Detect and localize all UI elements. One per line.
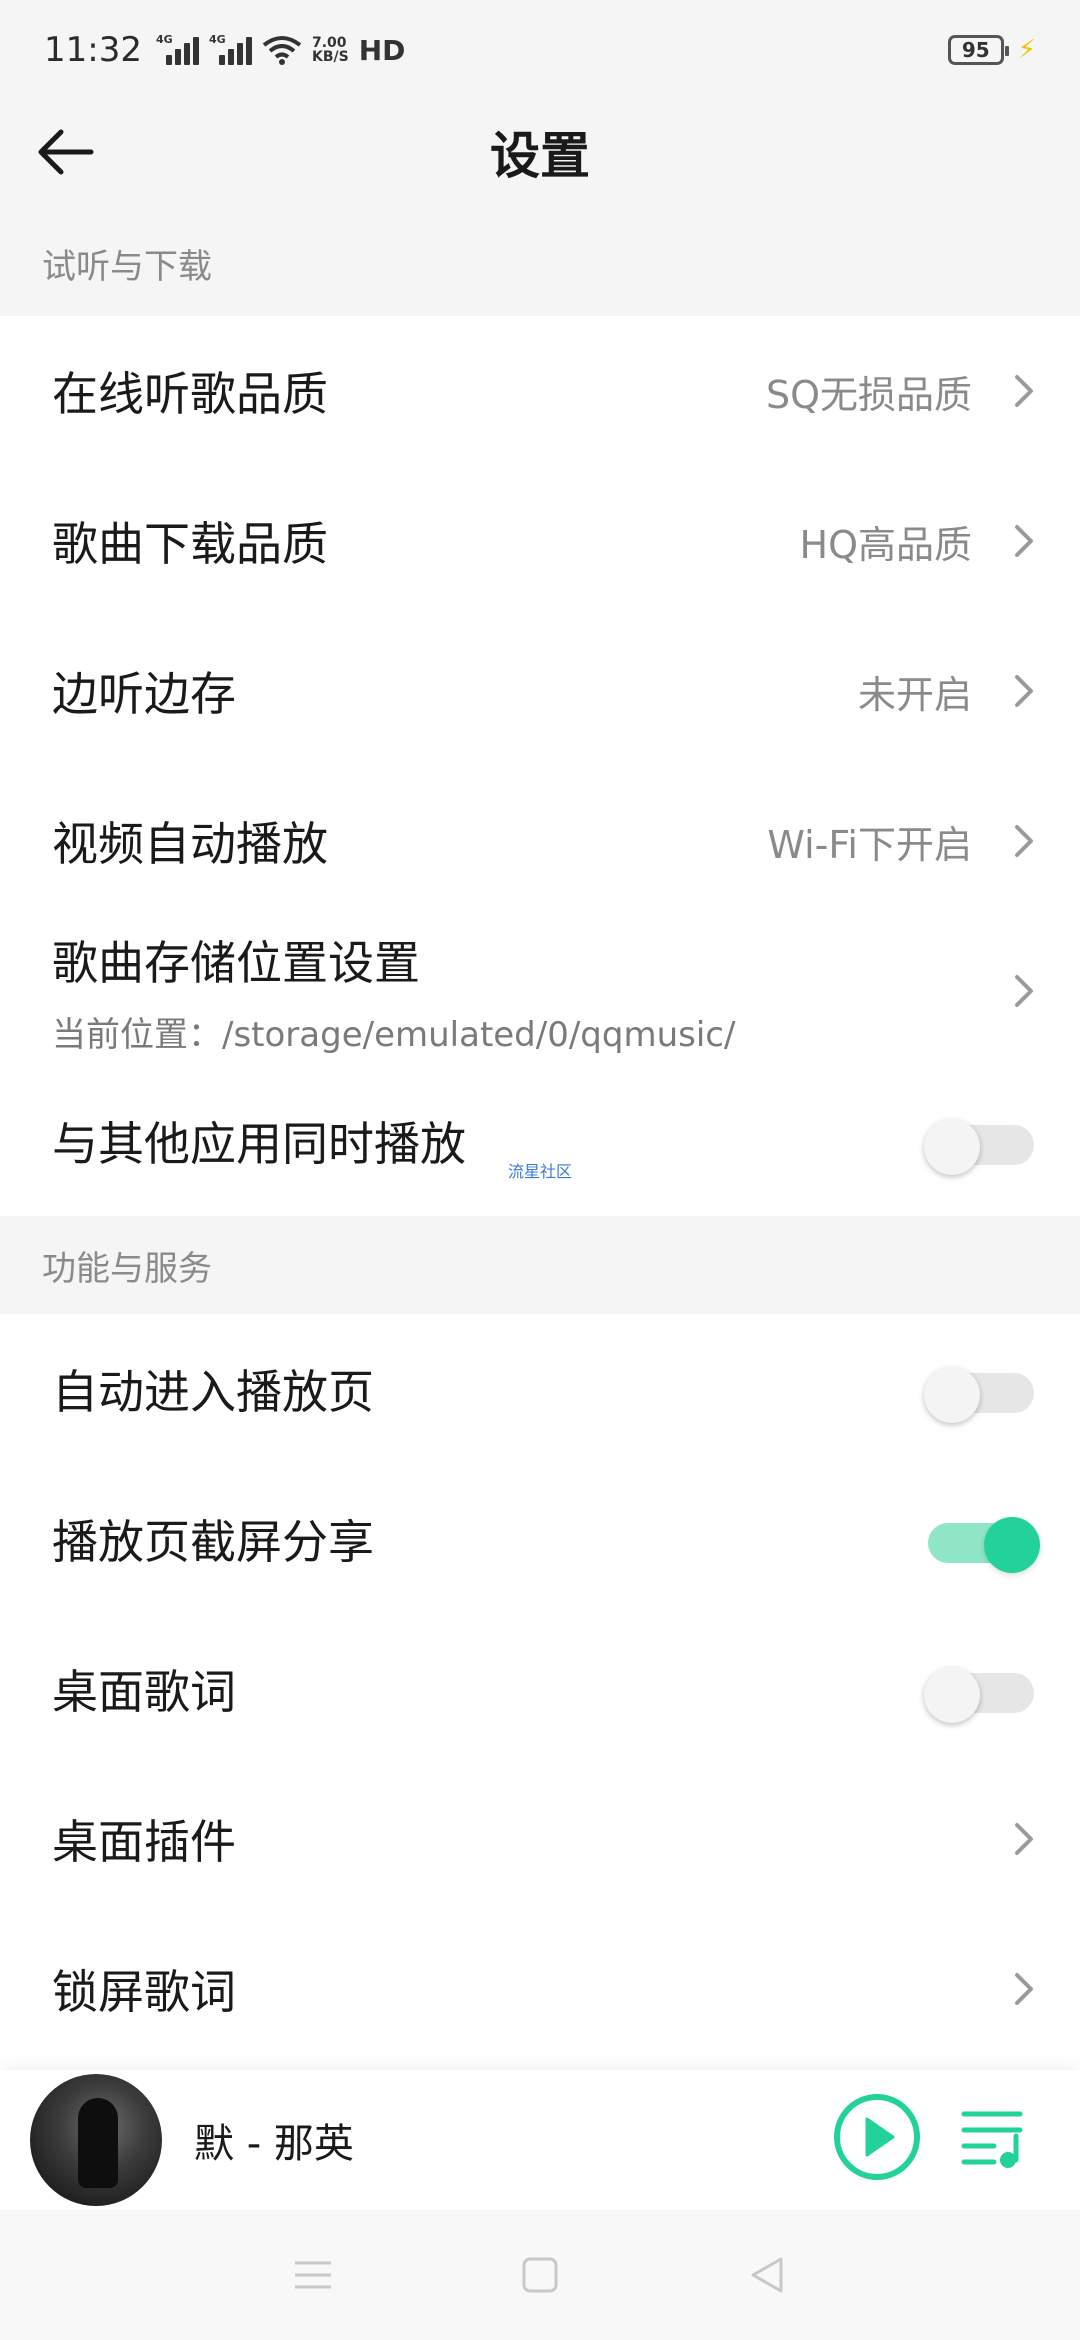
signal-icon-2: 4G [208,33,252,65]
setting-desktop-lyrics[interactable]: 桌面歌词 [0,1614,1080,1764]
mini-player[interactable]: 默 - 那英 [0,2070,1080,2210]
setting-label: 自动进入播放页 [52,1365,374,1419]
playlist-button[interactable] [960,2106,1030,2170]
speed-unit: KB/S [311,49,349,65]
hd-badge: HD [358,33,406,67]
setting-auto-open-player[interactable]: 自动进入播放页 [0,1314,1080,1464]
battery-area: 95 ⚡ [947,35,1036,65]
setting-online-quality[interactable]: 在线听歌品质 SQ无损品质 [0,316,1080,466]
setting-storage-location[interactable]: 歌曲存储位置设置 当前位置：/storage/emulated/0/qqmusi… [0,916,1080,1066]
chevron-right-icon [1015,975,1033,1007]
network-type-2: 4G [208,33,226,46]
setting-value: SQ无损品质 [765,372,972,417]
setting-video-autoplay[interactable]: 视频自动播放 Wi-Fi下开启 [0,766,1080,916]
status-time: 11:32 [44,30,142,70]
chevron-right-icon [1015,375,1033,407]
chevron-right-icon [1015,1823,1033,1855]
back-arrow-icon[interactable] [30,122,100,182]
setting-label: 桌面歌词 [52,1665,236,1719]
menu-icon[interactable] [283,2245,343,2305]
setting-screenshot-share[interactable]: 播放页截屏分享 [0,1464,1080,1614]
storage-path: 当前位置：/storage/emulated/0/qqmusic/ [52,1014,736,1055]
speed-value: 7.00 [311,35,347,51]
home-icon[interactable] [510,2245,570,2305]
playlist-icon [961,2111,1023,2168]
header: 设置 [0,100,1080,204]
chevron-right-icon [1015,1973,1033,2005]
section-title-features: 功能与服务 [42,1248,212,1289]
chevron-right-icon [1015,675,1033,707]
status-icons: 4G 4G 7.00 KB/S HD [155,33,406,67]
chevron-right-icon [1015,825,1033,857]
network-speed: 7.00 KB/S [312,36,349,64]
mix-play-toggle[interactable] [924,1119,1036,1175]
setting-listen-and-save[interactable]: 边听边存 未开启 [0,616,1080,766]
play-icon [865,2117,895,2157]
setting-label: 在线听歌品质 [52,367,328,421]
setting-label: 与其他应用同时播放 [52,1117,466,1171]
setting-mix-with-others[interactable]: 与其他应用同时播放 [0,1066,1080,1216]
setting-label: 视频自动播放 [52,817,328,871]
setting-label: 歌曲下载品质 [52,517,328,571]
album-cover[interactable] [30,2074,162,2206]
desktop-lyrics-toggle[interactable] [924,1667,1036,1723]
setting-lockscreen-lyrics[interactable]: 锁屏歌词 [0,1914,1080,2064]
system-nav-bar [0,2210,1080,2340]
setting-value: Wi-Fi下开启 [767,822,972,867]
network-type-1: 4G [155,33,173,46]
setting-download-quality[interactable]: 歌曲下载品质 HQ高品质 [0,466,1080,616]
status-bar: 11:32 4G 4G 7.00 KB/S HD 95 ⚡ [0,0,1080,100]
wifi-icon [262,35,302,65]
setting-value: HQ高品质 [799,522,973,567]
now-playing-title[interactable]: 默 - 那英 [194,2111,354,2169]
auto-player-toggle[interactable] [924,1367,1036,1423]
setting-label: 播放页截屏分享 [52,1515,374,1569]
play-button[interactable] [834,2094,920,2180]
screenshot-share-toggle[interactable] [924,1517,1040,1573]
section-features: 自动进入播放页 播放页截屏分享 桌面歌词 桌面插件 锁屏歌词 [0,1314,1080,2070]
setting-label: 歌曲存储位置设置 [52,935,420,990]
setting-label: 锁屏歌词 [52,1965,236,2019]
setting-desktop-widget[interactable]: 桌面插件 [0,1764,1080,1914]
charging-icon: ⚡ [1017,35,1036,65]
watermark-text: 流星社区 [508,1162,573,1181]
signal-icon: 4G [155,33,199,65]
section-title-listen-download: 试听与下载 [42,246,212,287]
setting-label: 桌面插件 [52,1815,236,1869]
section-listen-download: 在线听歌品质 SQ无损品质 歌曲下载品质 HQ高品质 边听边存 未开启 视频自动… [0,316,1080,1216]
back-triangle-icon[interactable] [737,2245,797,2305]
page-title: 设置 [490,127,590,185]
setting-label: 边听边存 [52,667,236,721]
battery-icon: 95 [947,35,1009,65]
setting-value: 未开启 [857,672,972,717]
chevron-right-icon [1015,525,1033,557]
